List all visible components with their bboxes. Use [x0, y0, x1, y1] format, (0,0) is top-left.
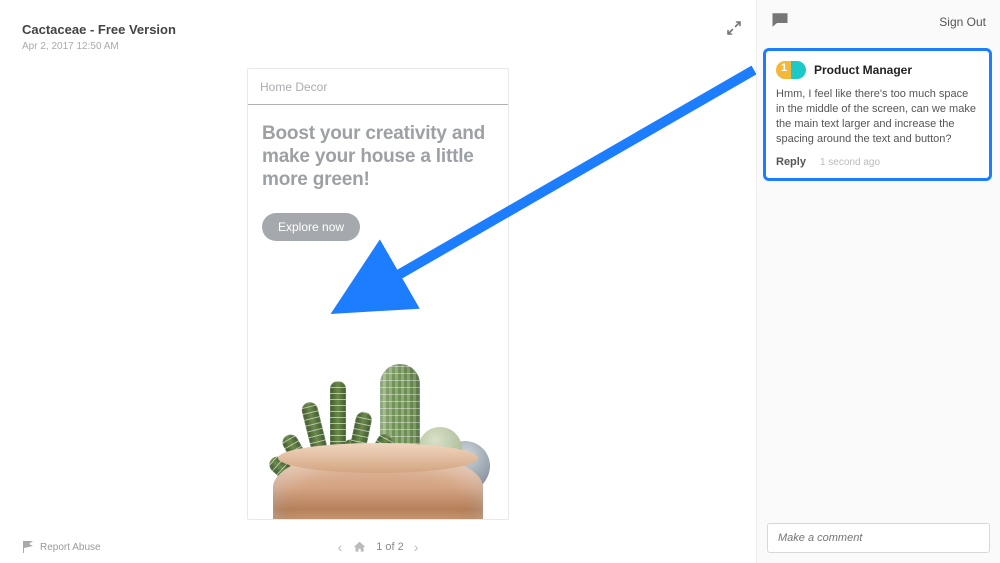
mockup-nav-title: Home Decor [248, 69, 508, 105]
next-page-button[interactable]: › [414, 539, 419, 555]
reply-button[interactable]: Reply [776, 156, 806, 168]
comments-panel: Sign Out 1 Product Manager Hmm, I feel l… [756, 0, 1000, 563]
project-header: Cactaceae - Free Version Apr 2, 2017 12:… [22, 22, 176, 52]
annotation-marker-1[interactable]: 1 [364, 275, 384, 295]
comments-icon[interactable] [771, 11, 789, 34]
report-abuse-label: Report Abuse [40, 542, 101, 553]
canvas-area: Cactaceae - Free Version Apr 2, 2017 12:… [0, 0, 756, 563]
comment-badge: 1 [776, 61, 806, 79]
comment-author: Product Manager [814, 63, 912, 77]
expand-icon[interactable] [726, 20, 742, 41]
explore-now-button[interactable]: Explore now [262, 213, 360, 241]
flag-icon [22, 541, 34, 553]
page-indicator: 1 of 2 [376, 541, 404, 553]
mockup-hero-image [248, 327, 508, 519]
home-icon[interactable] [352, 540, 366, 554]
comment-card[interactable]: 1 Product Manager Hmm, I feel like there… [763, 48, 992, 181]
comment-age: 1 second ago [820, 157, 880, 168]
comment-input[interactable] [767, 523, 990, 553]
comment-text: Hmm, I feel like there's too much space … [776, 87, 979, 146]
project-timestamp: Apr 2, 2017 12:50 AM [22, 41, 176, 52]
prev-page-button[interactable]: ‹ [338, 539, 343, 555]
mockup-headline: Boost your creativity and make your hous… [262, 123, 494, 191]
pager: ‹ 1 of 2 › [338, 539, 419, 555]
project-title: Cactaceae - Free Version [22, 22, 176, 37]
report-abuse-link[interactable]: Report Abuse [22, 541, 101, 553]
sign-out-link[interactable]: Sign Out [939, 15, 986, 29]
